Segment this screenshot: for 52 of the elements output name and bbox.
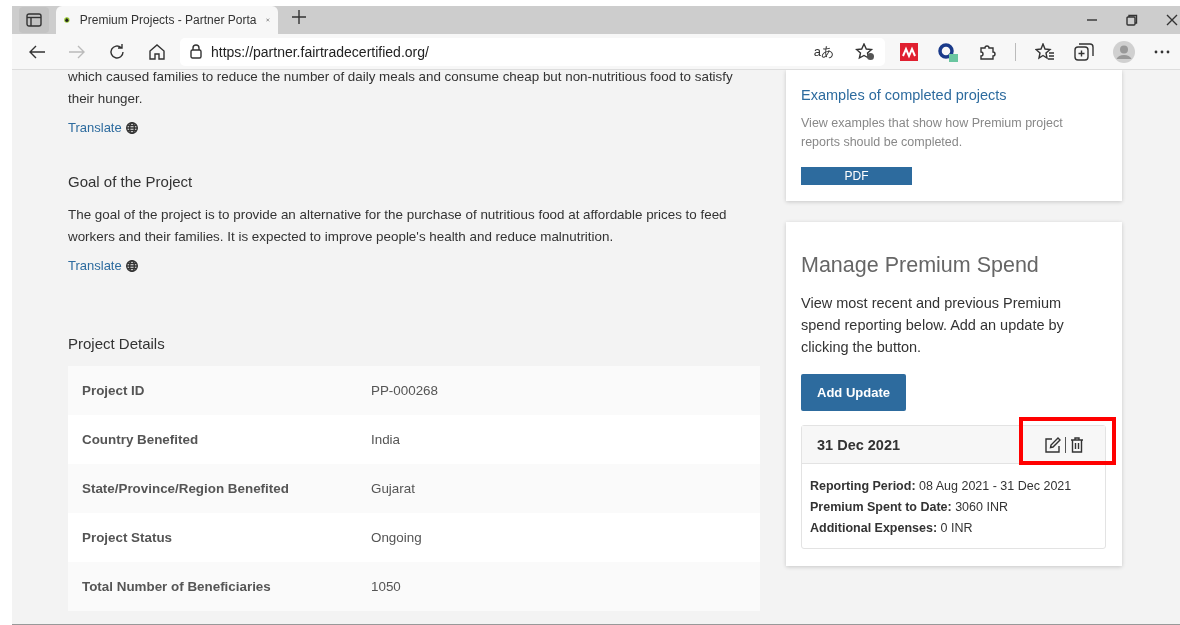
field-label: State/Province/Region Benefited [81, 481, 290, 496]
report-detail: Reporting Period: 08 Aug 2021 - 31 Dec 2021 [810, 478, 1073, 495]
translate-link[interactable]: Translate [68, 258, 138, 273]
field-value: Gujarat [371, 481, 416, 496]
field-label: Total Number of Beneficiaries [81, 579, 272, 594]
pdf-button[interactable]: PDF [801, 167, 912, 185]
field-value: India [371, 432, 402, 447]
report-detail: Additional Expenses: 0 INR [810, 520, 974, 537]
lock-icon [190, 44, 202, 59]
close-icon[interactable] [1166, 14, 1178, 26]
field-value: PP-000268 [371, 383, 439, 398]
examples-link[interactable]: Examples of completed projects [801, 87, 1007, 103]
sidebar-icon[interactable] [26, 13, 42, 27]
read-aloud-button[interactable]: aあ [813, 42, 834, 61]
card-description: View examples that show how Premium project reports should be completed. [801, 115, 1064, 151]
trash-icon[interactable] [1070, 436, 1084, 453]
field-label: Country Benefited [81, 432, 200, 447]
plus-icon[interactable] [292, 10, 306, 24]
report-date: 31 Dec 2021 [817, 436, 902, 453]
star-plus-icon[interactable] [855, 42, 875, 61]
puzzle-icon[interactable] [978, 42, 996, 61]
edit-icon[interactable] [1044, 436, 1061, 453]
section-heading: Goal of the Project [68, 173, 194, 190]
report-detail: Premium Spent to Date: 3060 INR [810, 499, 1009, 516]
card-description: View most recent and previous Premium spend reporting below. Add an update by clicking the button. [801, 294, 1065, 357]
collections-icon[interactable] [1074, 42, 1094, 61]
field-value: 1050 [371, 579, 402, 594]
globe-icon [125, 121, 138, 134]
globe-icon [125, 259, 138, 272]
translate-label: Translate [68, 258, 122, 273]
home-icon[interactable] [148, 42, 166, 61]
paragraph: The goal of the project is to provide an alternative for the purchase of nutritious food at affordable prices to feed workers and their families. It is expected to improve people's health and reduce malnutrition. [68, 206, 728, 246]
translate-link[interactable]: Translate [68, 120, 138, 135]
paragraph: which caused families to reduce the number of daily meals and consume cheap but non-nutritious food to satisfy their hunger. [68, 70, 734, 108]
avatar-icon[interactable] [1113, 40, 1135, 63]
more-icon[interactable] [1154, 49, 1170, 54]
restore-icon[interactable] [1126, 14, 1138, 26]
field-label: Project ID [81, 383, 146, 398]
section-heading: Project Details [68, 335, 166, 352]
field-value: Ongoing [371, 530, 423, 545]
field-label: Project Status [81, 530, 174, 545]
translate-label: Translate [68, 120, 122, 135]
url-field[interactable]: https://partner.fairtradecertified.org/ [211, 43, 805, 60]
back-icon[interactable] [28, 43, 46, 60]
extension-logo-icon[interactable] [900, 42, 918, 61]
add-update-button[interactable]: Add Update [801, 374, 906, 411]
refresh-icon[interactable] [108, 42, 126, 61]
favorites-icon[interactable] [1035, 42, 1055, 61]
tab-title: Premium Projects - Partner Porta [79, 13, 257, 27]
card-title: Manage Premium Spend [801, 253, 1040, 278]
browser-tab[interactable]: Premium Projects - Partner Porta [56, 6, 278, 34]
ring-icon[interactable] [937, 41, 959, 62]
